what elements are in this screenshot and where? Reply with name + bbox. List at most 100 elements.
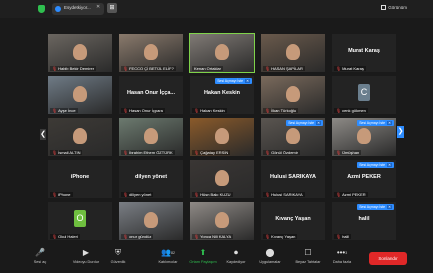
close-icon[interactable]: ✕: [96, 4, 100, 10]
participant-name-text: Azmi PEKER: [342, 192, 366, 197]
participant-tile[interactable]: Murat Karaş 🎙Murat Karaş: [332, 34, 396, 72]
participant-tile[interactable]: 🎙onur gündüz: [119, 202, 183, 240]
toolbar-kat-l-mc-lar-button[interactable]: 👥82 Katılımcılar: [150, 248, 186, 264]
toolbar-label: Kaydediyor: [226, 260, 246, 264]
toolbar-kaydediyor-button[interactable]: ⏺ Kaydediyor: [218, 248, 254, 264]
participant-tile[interactable]: 🎙Ayşe İnce: [48, 76, 112, 114]
close-icon[interactable]: ✕: [245, 79, 250, 83]
ask-to-unmute-button[interactable]: Sesi Açmayı İste ✕: [215, 78, 252, 84]
participant-tile[interactable]: 🎙Yonca Nili KALYA: [190, 202, 254, 240]
participant-tile[interactable]: 🎙İbrahim Ethem ÖZTÜRK: [119, 118, 183, 156]
participant-tile[interactable]: 🎙HASAN ŞAPİLAR: [261, 34, 325, 72]
next-page-button[interactable]: ❯: [397, 126, 404, 138]
participant-display-name: Murat Karaş: [348, 48, 380, 54]
end-meeting-button[interactable]: Sonlandır: [369, 252, 407, 265]
participant-display-name: Kıvanç Yaşan: [275, 216, 311, 222]
participant-name-text: Kıvanç Yaşan: [271, 234, 296, 239]
participant-name-text: Ayşe İnce: [58, 108, 76, 113]
muted-mic-icon: 🎙: [52, 66, 58, 71]
participant-tile[interactable]: Hasan Onur İçça... 🎙Hasan Onur İçpara: [119, 76, 183, 114]
ask-to-unmute-button[interactable]: Sesi Açmayı İste ✕: [357, 204, 394, 210]
muted-mic-icon: 🎙: [123, 192, 129, 197]
participant-tile[interactable]: Kıvanç Yaşan 🎙Kıvanç Yaşan: [261, 202, 325, 240]
ask-to-unmute-button[interactable]: Sesi Açmayı İste ✕: [357, 120, 394, 126]
meeting-toolbar: 🎤 Sesi aç ▶ Videoyu Durdur ⛨ Güvenlik 👥82 Katıl…: [0, 244, 433, 273]
muted-mic-icon: 🎙: [123, 234, 129, 239]
participant-tile[interactable]: Hulusi SARIKAYA 🎙Hulusi SARIKAYA: [261, 160, 325, 198]
toolbar-glyph: 👥: [161, 248, 172, 257]
participant-tile[interactable]: C 🎙cenk gökmen: [332, 76, 396, 114]
previous-page-button[interactable]: ❮: [40, 129, 46, 140]
toolbar-icon: ▶: [68, 248, 104, 258]
toolbar-sesi-a--button[interactable]: 🎤 Sesi aç: [22, 248, 58, 264]
toolbar-glyph: ⏺: [234, 248, 238, 257]
participant-display-name: Hasan Onur İçça...: [127, 90, 175, 96]
participant-face: [357, 128, 371, 144]
toolbar-label: Güvenlik: [110, 260, 126, 264]
participant-tile[interactable]: Sesi Açmayı İste ✕ 🎙Gönül Özdemir: [261, 118, 325, 156]
toolbar-label: Katılımcılar: [158, 260, 178, 264]
toolbar-beyaz-tahtalar-button[interactable]: ☐ Beyaz Tahtalar: [290, 248, 326, 264]
toolbar-icon: ⬤: [252, 248, 288, 258]
participant-name-text: Yonca Nili KALYA: [200, 234, 232, 239]
participant-tile[interactable]: Sesi Açmayı İste ✕ 🎙Ümüşhan: [332, 118, 396, 156]
toolbar-glyph: 🎤: [35, 248, 45, 257]
participant-tile[interactable]: O 🎙Okul Haleri: [48, 202, 112, 240]
view-toggle-button[interactable]: ⊞: [107, 3, 117, 13]
toolbar-icon: ⬆: [185, 248, 221, 258]
ask-to-unmute-button[interactable]: Sesi Açmayı İste ✕: [286, 120, 323, 126]
toolbar-g-venlik-button[interactable]: ⛨ Güvenlik: [100, 248, 136, 264]
participant-name-label: 🎙Habib Bekir Demirer: [50, 66, 97, 71]
participant-display-name: dilyen yönet: [134, 174, 168, 180]
muted-mic-icon: 🎙: [265, 192, 271, 197]
toolbar-icon: ☐: [290, 248, 326, 258]
participant-tile[interactable]: Hakan Keskin Sesi Açmayı İste ✕ 🎙Hakan Kesk…: [190, 76, 254, 114]
close-icon[interactable]: ✕: [387, 205, 392, 209]
security-shield-icon[interactable]: [38, 5, 45, 13]
participant-name-label: 🎙Ümüşhan: [334, 150, 362, 155]
participant-display-name: iPhone: [70, 174, 90, 180]
participant-tile[interactable]: Kenan Ortaklar: [189, 33, 255, 73]
participant-tile[interactable]: dilyen yönet 🎙diliyen yönet: [119, 160, 183, 198]
participant-name-text: İbrahim Ethem ÖZTÜRK: [129, 150, 173, 155]
participant-name-text: Hulusi SARIKAYA: [271, 192, 303, 197]
close-icon[interactable]: ✕: [387, 163, 392, 167]
participant-face: [215, 170, 229, 186]
participant-tile[interactable]: halil Sesi Açmayı İste ✕ 🎙halil: [332, 202, 396, 240]
participant-tile[interactable]: iPhone 🎙iPhone: [48, 160, 112, 198]
muted-mic-icon: 🎙: [123, 66, 129, 71]
participant-face: [215, 44, 229, 60]
participant-tile[interactable]: 🎙Çağatay ERSİN: [190, 118, 254, 156]
participant-tile[interactable]: 🎙FECCO Çİ BETÜL ELİF?: [119, 34, 183, 72]
participant-tile[interactable]: 🎙Habib Bekir Demirer: [48, 34, 112, 72]
participant-name-label: 🎙Hulusi SARIKAYA: [263, 192, 305, 197]
participant-name-text: Hüsn Bakı KUZU: [200, 192, 231, 197]
participant-name-label: 🎙FECCO Çİ BETÜL ELİF?: [121, 66, 176, 71]
close-icon[interactable]: ✕: [316, 121, 321, 125]
ask-to-unmute-label: Sesi Açmayı İste: [217, 79, 244, 83]
participant-tile[interactable]: 🎙İsmail ALTIN: [48, 118, 112, 156]
ask-to-unmute-label: Sesi Açmayı İste: [288, 121, 315, 125]
muted-mic-icon: 🎙: [194, 150, 200, 155]
ask-to-unmute-button[interactable]: Sesi Açmayı İste ✕: [357, 162, 394, 168]
participant-name-label: 🎙Çağatay ERSİN: [192, 150, 231, 155]
close-icon[interactable]: ✕: [387, 121, 392, 125]
participant-name-text: İlkan Türkoğlu: [271, 108, 297, 113]
muted-mic-icon: 🎙: [123, 108, 129, 113]
toolbar-label: Uygulamalar: [259, 260, 281, 264]
toolbar-daha-fazla-button[interactable]: •••3 Daha fazla: [324, 248, 360, 264]
ask-to-unmute-label: Sesi Açmayı İste: [359, 163, 386, 167]
muted-mic-icon: 🎙: [336, 108, 342, 113]
toolbar-videoyu-durdur-button[interactable]: ▶ Videoyu Durdur: [68, 248, 104, 264]
participant-face: [144, 212, 158, 228]
participant-face: [286, 86, 300, 102]
muted-mic-icon: 🎙: [194, 234, 200, 239]
participant-tile[interactable]: 🎙İlkan Türkoğlu: [261, 76, 325, 114]
toolbar-uygulamalar-button[interactable]: ⬤ Uygulamalar: [252, 248, 288, 264]
participant-tile[interactable]: Azmi PEKER Sesi Açmayı İste ✕ 🎙Azmi PEKER: [332, 160, 396, 198]
participant-tile[interactable]: 🎙Hüsn Bakı KUZU: [190, 160, 254, 198]
participant-display-name: Azmi PEKER: [347, 174, 381, 180]
gallery-view-button[interactable]: Görünüm: [381, 5, 407, 10]
participant-name-text: Çağatay ERSİN: [200, 150, 229, 155]
toolbar-ortam-payla-m-button[interactable]: ⬆ Ortam Paylaşım: [185, 248, 221, 264]
